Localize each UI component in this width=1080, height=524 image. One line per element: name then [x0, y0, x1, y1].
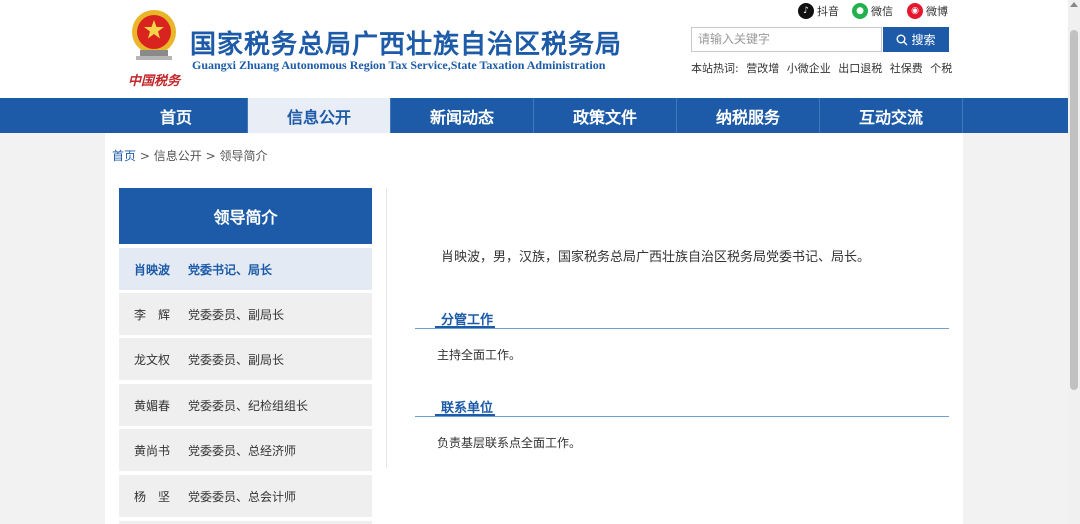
leader-name: 肖映波 — [134, 262, 171, 277]
site-subtitle: Guangxi Zhuang Autonomous Region Tax Ser… — [192, 58, 606, 72]
nav-item-home[interactable]: 首页 — [105, 98, 248, 133]
hotword-link[interactable]: 社保费 — [890, 62, 923, 75]
sidebar-title: 领导简介 — [119, 188, 372, 244]
scrollbar-thumb[interactable] — [1070, 30, 1078, 390]
wechat-label: 微信 — [871, 5, 893, 18]
wechat-icon: ● — [852, 3, 868, 19]
column-divider — [386, 188, 387, 468]
hotwords-label: 本站热词: — [691, 62, 739, 75]
leader-title: 党委委员、副局长 — [188, 307, 285, 322]
nav-item-news[interactable]: 新闻动态 — [391, 98, 534, 133]
site-header: 中国税务 国家税务总局广西壮族自治区税务局 Guangxi Zhuang Aut… — [0, 0, 1068, 98]
breadcrumb: 首页 > 信息公开 > 领导简介 — [112, 147, 267, 164]
leader-name: 杨 坚 — [134, 489, 171, 504]
hotwords-bar: 本站热词: 营改增 小微企业 出口退税 社保费 个税 — [691, 60, 956, 76]
sidebar-item-leader[interactable]: 杨 坚 党委委员、总会计师 — [119, 475, 372, 517]
breadcrumb-level1[interactable]: 信息公开 — [154, 149, 202, 163]
leader-title: 党委书记、局长 — [188, 262, 273, 277]
scroll-up-arrow-icon[interactable] — [1070, 2, 1078, 7]
leader-name: 龙文权 — [134, 352, 171, 367]
wechat-link[interactable]: ● 微信 — [852, 3, 893, 19]
main-nav: 首页 信息公开 新闻动态 政策文件 纳税服务 互动交流 — [0, 98, 1068, 133]
breadcrumb-current: 领导简介 — [219, 149, 268, 163]
leader-title: 党委委员、总会计师 — [188, 489, 297, 504]
hotword-link[interactable]: 个税 — [930, 62, 952, 75]
leader-title: 党委委员、总经济师 — [188, 443, 297, 458]
douyin-icon: ♪ — [798, 3, 814, 19]
leader-title: 党委委员、副局长 — [188, 352, 285, 367]
sidebar-item-leader[interactable]: 肖映波 党委书记、局长 — [119, 248, 372, 290]
section-divider — [415, 328, 949, 329]
breadcrumb-separator: > — [205, 149, 216, 163]
search-button[interactable]: 搜索 — [883, 27, 949, 52]
sidebar-item-leader[interactable]: 龙文权 党委委员、副局长 — [119, 338, 372, 380]
weibo-icon: ◉ — [907, 3, 923, 19]
douyin-label: 抖音 — [817, 5, 839, 18]
search-icon — [896, 34, 908, 45]
main-panel: 首页 > 信息公开 > 领导简介 领导简介 肖映波 党委书记、局长 李 辉 党委… — [105, 133, 963, 524]
section-divider — [415, 416, 949, 417]
hotword-link[interactable]: 出口退税 — [838, 62, 882, 75]
douyin-link[interactable]: ♪ 抖音 — [798, 3, 839, 19]
leader-name: 黄媚春 — [134, 398, 171, 413]
leader-name: 李 辉 — [134, 307, 171, 322]
nav-item-interaction[interactable]: 互动交流 — [820, 98, 963, 133]
sidebar-item-leader[interactable]: 黄媚春 党委委员、纪检组组长 — [119, 384, 372, 426]
section-text-responsibilities: 主持全面工作。 — [437, 348, 522, 362]
leader-name: 黄尚书 — [134, 443, 171, 458]
sidebar-item-leader[interactable]: 李 辉 党委委员、副局长 — [119, 293, 372, 335]
nav-item-policy[interactable]: 政策文件 — [534, 98, 677, 133]
hotword-link[interactable]: 小微企业 — [787, 62, 831, 75]
breadcrumb-home[interactable]: 首页 — [112, 149, 136, 163]
logo-script-text: 中国税务 — [128, 74, 181, 89]
weibo-label: 微博 — [926, 5, 948, 18]
breadcrumb-separator: > — [139, 149, 150, 163]
nav-item-tax-service[interactable]: 纳税服务 — [677, 98, 820, 133]
tax-emblem-logo[interactable]: 中国税务 — [122, 6, 186, 90]
sidebar-item-leader[interactable]: 黄尚书 党委委员、总经济师 — [119, 429, 372, 471]
section-text-contact-units: 负责基层联系点全面工作。 — [437, 436, 582, 450]
leader-intro: 肖映波，男，汉族，国家税务总局广西壮族自治区税务局党委书记、局长。 — [441, 250, 871, 265]
weibo-link[interactable]: ◉ 微博 — [907, 3, 948, 19]
page-scrollbar[interactable] — [1068, 0, 1080, 524]
hotword-link[interactable]: 营改增 — [746, 62, 779, 75]
site-title[interactable]: 国家税务总局广西壮族自治区税务局 — [190, 24, 622, 61]
nav-item-info-disclosure[interactable]: 信息公开 — [248, 98, 391, 133]
search-button-label: 搜索 — [911, 33, 936, 47]
leader-title: 党委委员、纪检组组长 — [188, 398, 309, 413]
search-input[interactable]: 请输入关键字 — [691, 27, 882, 52]
